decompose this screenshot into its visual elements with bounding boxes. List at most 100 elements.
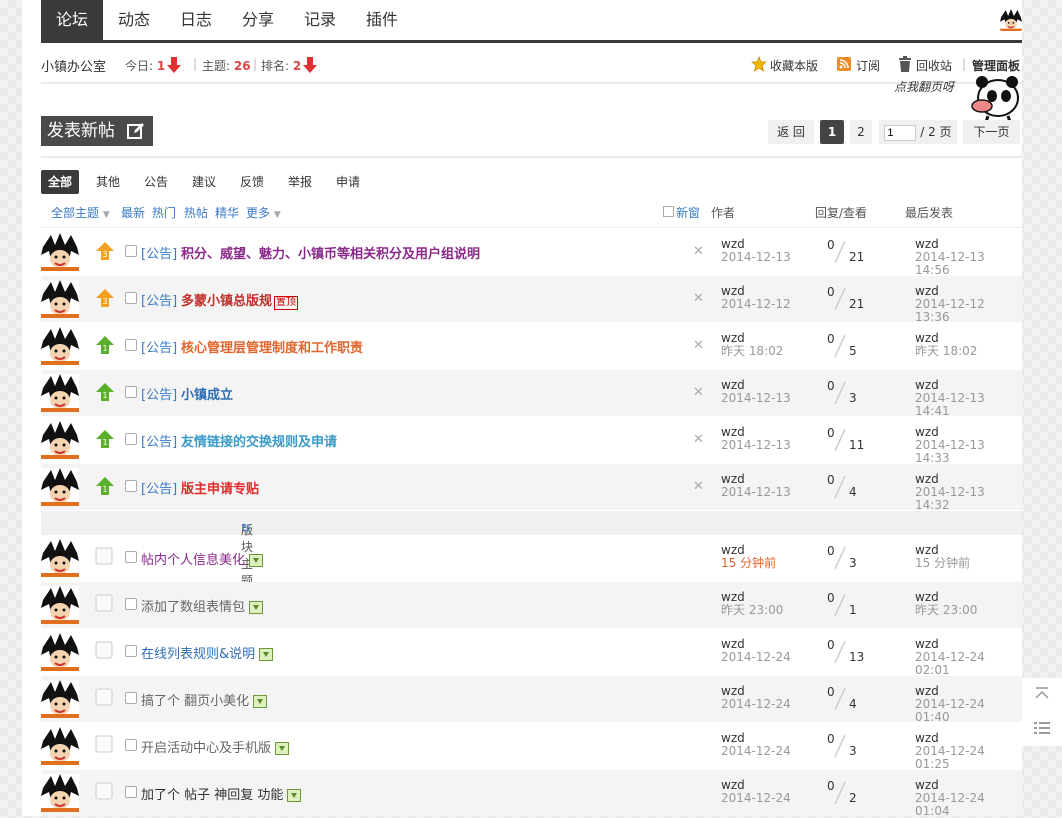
back-button[interactable]: 返 回 xyxy=(768,120,814,144)
last-post-date[interactable]: 昨天 23:00 xyxy=(915,604,977,617)
type-tag[interactable]: [公告] xyxy=(141,337,177,356)
topic-title[interactable]: 加了个 帖子 神回复 功能 xyxy=(141,784,302,803)
new-post-button[interactable]: 发表新帖 xyxy=(41,116,153,146)
table-row[interactable]: 加了个 帖子 神回复 功能 wzd 2014-12-24 0 2 wzd 2014-12-2… xyxy=(41,770,1022,818)
select-checkbox[interactable] xyxy=(125,598,137,610)
close-icon[interactable]: ✕ xyxy=(693,479,704,494)
table-row[interactable]: 1 [公告] 核心管理层管理制度和工作职责 ✕ wzd 昨天 18:02 0 5 wzd 昨天 1… xyxy=(41,323,1022,369)
filter-more[interactable]: 更多 ▼ xyxy=(246,204,281,221)
type-tag[interactable]: [公告] xyxy=(141,431,177,450)
type-all[interactable]: 全部 xyxy=(41,170,79,194)
page-turn-mascot[interactable]: 点我翻页呀 xyxy=(892,72,1022,122)
select-checkbox[interactable] xyxy=(125,786,137,798)
table-row[interactable]: 3 [公告] 多蒙小镇总版规 置顶 ✕ wzd 2014-12-12 0 21 wzd 2014-1… xyxy=(41,276,1022,324)
topic-title[interactable]: 添加了数组表情包 xyxy=(141,596,264,615)
tab-blog[interactable]: 日志 xyxy=(165,0,227,40)
refresh-icon[interactable]: ↻ xyxy=(241,521,251,535)
type-tag[interactable]: [公告] xyxy=(141,384,177,403)
type-report[interactable]: 举报 xyxy=(281,170,319,194)
avatar[interactable] xyxy=(41,374,79,412)
filter-all-topics[interactable]: 全部主题 ▼ xyxy=(51,204,110,221)
subscribe-link[interactable]: 订阅 xyxy=(856,57,880,74)
topic-title[interactable]: 多蒙小镇总版规 置顶 xyxy=(181,290,299,310)
table-row[interactable]: 3 [公告] 积分、威望、魅力、小镇币等相关积分及用户组说明 ✕ wzd 2014-12-… xyxy=(41,229,1022,277)
last-post-date[interactable]: 15 分钟前 xyxy=(915,557,970,570)
close-icon[interactable]: ✕ xyxy=(693,244,704,259)
topic-title[interactable]: 版主申请专贴 xyxy=(181,478,259,497)
avatar[interactable] xyxy=(41,727,79,765)
tab-record[interactable]: 记录 xyxy=(289,0,351,40)
last-post-date[interactable]: 2014-12-13 14:33 xyxy=(915,439,1022,465)
type-notice[interactable]: 公告 xyxy=(137,170,175,194)
avatar[interactable] xyxy=(41,586,79,624)
filter-hotpost[interactable]: 热帖 xyxy=(184,204,208,221)
avatar[interactable] xyxy=(41,680,79,718)
page-input[interactable] xyxy=(884,124,917,141)
type-tag[interactable]: [公告] xyxy=(141,478,177,497)
select-checkbox[interactable] xyxy=(125,245,137,257)
topic-title[interactable]: 核心管理层管理制度和工作职责 xyxy=(181,337,363,356)
last-post-date[interactable]: 昨天 18:02 xyxy=(915,345,977,358)
topic-title[interactable]: 积分、威望、魅力、小镇币等相关积分及用户组说明 xyxy=(181,243,480,262)
avatar[interactable] xyxy=(41,233,79,271)
type-apply[interactable]: 申请 xyxy=(329,170,367,194)
table-row[interactable]: 搞了个 翻页小美化 wzd 2014-12-24 0 4 wzd 2014-12-24 01… xyxy=(41,676,1022,724)
select-checkbox[interactable] xyxy=(125,645,137,657)
favorite-link[interactable]: 收藏本版 xyxy=(770,57,818,74)
tab-activity[interactable]: 动态 xyxy=(103,0,165,40)
close-icon[interactable]: ✕ xyxy=(693,338,704,353)
user-avatar[interactable] xyxy=(1000,9,1022,31)
topic-title[interactable]: 在线列表规则&说明 xyxy=(141,643,274,662)
type-tag[interactable]: [公告] xyxy=(141,243,177,262)
next-page-button[interactable]: 下一页 xyxy=(963,120,1020,144)
avatar[interactable] xyxy=(41,774,79,812)
filter-hot[interactable]: 热门 xyxy=(152,204,176,221)
back-to-top-button[interactable] xyxy=(1022,678,1062,712)
type-tag[interactable]: [公告] xyxy=(141,290,177,309)
new-window-checkbox[interactable] xyxy=(663,206,674,217)
close-icon[interactable]: ✕ xyxy=(693,385,704,400)
table-row[interactable]: 1 [公告] 版主申请专贴 ✕ wzd 2014-12-13 0 4 wzd 2014-12-13… xyxy=(41,464,1022,512)
select-checkbox[interactable] xyxy=(125,739,137,751)
tab-forum[interactable]: 论坛 xyxy=(41,0,103,40)
list-view-button[interactable] xyxy=(1022,712,1062,746)
select-checkbox[interactable] xyxy=(125,480,137,492)
topic-title[interactable]: 搞了个 翻页小美化 xyxy=(141,690,268,709)
table-row[interactable]: 添加了数组表情包 wzd 昨天 23:00 0 1 wzd 昨天 23:00 xyxy=(41,582,1022,628)
topic-title[interactable]: 小镇成立 xyxy=(181,384,233,403)
last-post-date[interactable]: 2014-12-12 13:36 xyxy=(915,298,1022,324)
page-2-button[interactable]: 2 xyxy=(850,120,872,144)
select-checkbox[interactable] xyxy=(125,551,137,563)
type-other[interactable]: 其他 xyxy=(89,170,127,194)
table-row[interactable]: 1 [公告] 小镇成立 ✕ wzd 2014-12-13 0 3 wzd 2014-12-13 1… xyxy=(41,370,1022,418)
page-1-button[interactable]: 1 xyxy=(820,120,844,144)
tab-plugin[interactable]: 插件 xyxy=(351,0,413,40)
close-icon[interactable]: ✕ xyxy=(693,291,704,306)
last-post-date[interactable]: 2014-12-13 14:41 xyxy=(915,392,1022,418)
tab-share[interactable]: 分享 xyxy=(227,0,289,40)
avatar[interactable] xyxy=(41,539,79,577)
avatar[interactable] xyxy=(41,421,79,459)
avatar[interactable] xyxy=(41,327,79,365)
avatar[interactable] xyxy=(41,468,79,506)
type-feedback[interactable]: 反馈 xyxy=(233,170,271,194)
table-row[interactable]: 开启活动中心及手机版 wzd 2014-12-24 0 3 wzd 2014-12-24 0… xyxy=(41,723,1022,771)
table-row[interactable]: 1 [公告] 友情链接的交换规则及申请 ✕ wzd 2014-12-13 0 11 wzd 201… xyxy=(41,417,1022,465)
avatar[interactable] xyxy=(41,633,79,671)
select-checkbox[interactable] xyxy=(125,386,137,398)
table-row[interactable]: 在线列表规则&说明 wzd 2014-12-24 0 13 wzd 2014-12-24 0… xyxy=(41,629,1022,677)
filter-latest[interactable]: 最新 xyxy=(121,204,145,221)
select-checkbox[interactable] xyxy=(125,292,137,304)
type-suggest[interactable]: 建议 xyxy=(185,170,223,194)
table-row[interactable]: 帖内个人信息美化 wzd 15 分钟前 0 3 wzd 15 分钟前 xyxy=(41,535,1022,581)
last-post-date[interactable]: 2014-12-24 01:25 xyxy=(915,745,1022,771)
last-post-date[interactable]: 2014-12-24 01:40 xyxy=(915,698,1022,724)
close-icon[interactable]: ✕ xyxy=(693,432,704,447)
avatar[interactable] xyxy=(41,280,79,318)
last-post-date[interactable]: 2014-12-13 14:56 xyxy=(915,251,1022,277)
select-checkbox[interactable] xyxy=(125,692,137,704)
last-post-date[interactable]: 2014-12-24 01:04 xyxy=(915,792,1022,818)
last-post-date[interactable]: 2014-12-24 02:01 xyxy=(915,651,1022,677)
topic-title[interactable]: 友情链接的交换规则及申请 xyxy=(181,431,337,450)
topic-title[interactable]: 帖内个人信息美化 xyxy=(141,549,264,568)
